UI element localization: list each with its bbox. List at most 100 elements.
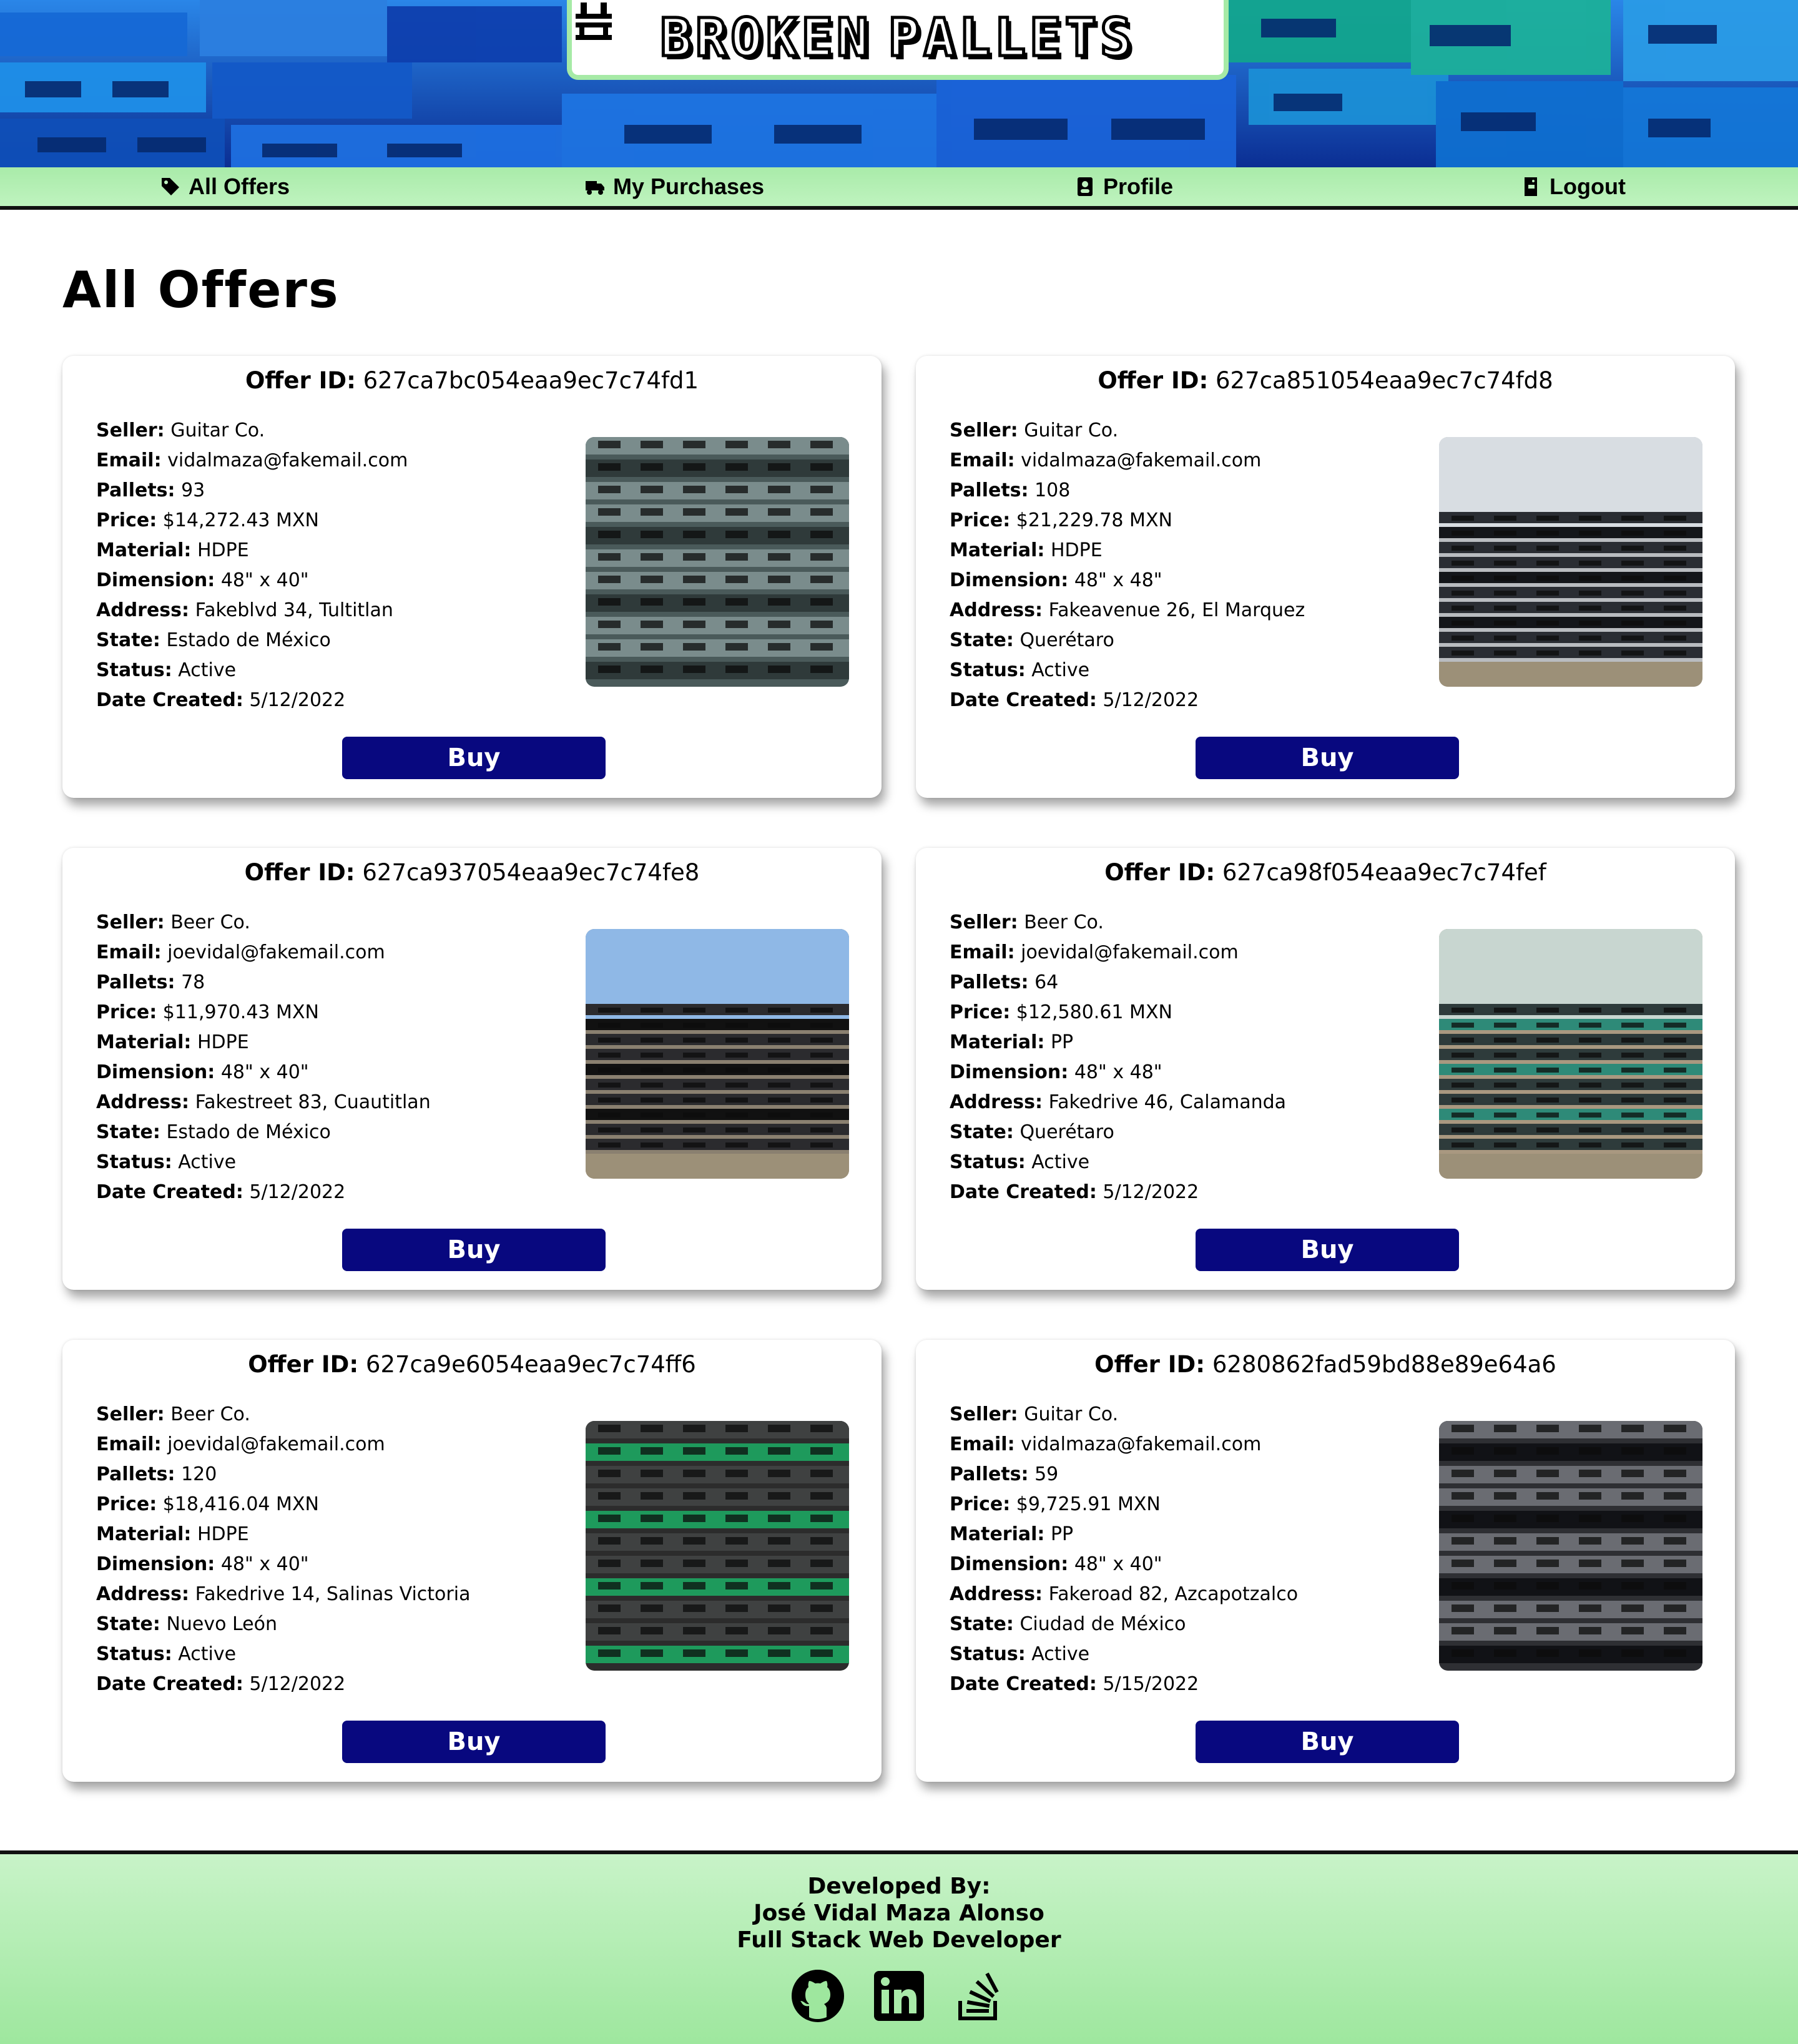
offer-field-pallets: Pallets: 64 <box>950 968 1449 998</box>
offer-field-state: State: Ciudad de México <box>950 1609 1449 1639</box>
field-value: Nuevo León <box>166 1613 278 1635</box>
field-label: Address: <box>96 599 190 621</box>
field-value: 64 <box>1034 971 1059 993</box>
field-label: Date Created: <box>96 689 243 711</box>
nav-item-profile[interactable]: Profile <box>899 167 1348 206</box>
field-value: 5/12/2022 <box>249 689 346 711</box>
field-value: Beer Co. <box>170 911 250 933</box>
offer-card: Offer ID: 627ca9e6054eaa9ec7c74ff6 Seller… <box>62 1340 882 1782</box>
site-logo[interactable]: BROKEN PALLETS <box>567 0 1229 80</box>
offer-field-dimension: Dimension: 48" x 40" <box>96 566 596 596</box>
field-value: Guitar Co. <box>170 420 265 441</box>
field-label: Pallets: <box>950 1463 1029 1485</box>
pallet-photo <box>1439 929 1702 1179</box>
offer-field-email: Email: vidalmaza@fakemail.com <box>96 446 596 476</box>
field-value: Estado de México <box>166 629 331 651</box>
nav-item-logout[interactable]: Logout <box>1348 167 1798 206</box>
field-label: State: <box>950 629 1014 651</box>
field-label: Seller: <box>950 1403 1018 1425</box>
truck-icon <box>585 181 604 195</box>
offer-field-status: Status: Active <box>950 1147 1449 1177</box>
stackoverflow-link[interactable] <box>954 1970 1006 2022</box>
field-label: Status: <box>950 1151 1026 1173</box>
pallet-photo <box>586 929 849 1179</box>
field-label: Price: <box>96 1001 157 1023</box>
offer-field-status: Status: Active <box>950 1639 1449 1669</box>
field-label: Price: <box>950 509 1011 531</box>
field-value: Fakedrive 46, Calamanda <box>1048 1091 1287 1113</box>
field-label: Status: <box>96 1151 172 1173</box>
offer-field-date-created: Date Created: 5/12/2022 <box>96 1669 596 1699</box>
offer-field-state: State: Estado de México <box>96 626 596 656</box>
offer-field-seller: Seller: Guitar Co. <box>96 416 596 446</box>
field-value: joevidal@fakemail.com <box>167 941 385 963</box>
header-banner: BROKEN PALLETS <box>0 0 1798 167</box>
offer-id-label: Offer ID: <box>1104 859 1216 886</box>
offer-field-pallets: Pallets: 120 <box>96 1460 596 1490</box>
buy-button[interactable]: Buy <box>342 1229 606 1271</box>
pallet-photo <box>1439 1421 1702 1671</box>
field-label: Address: <box>96 1091 190 1113</box>
offer-field-state: State: Nuevo León <box>96 1609 596 1639</box>
field-label: Pallets: <box>96 971 175 993</box>
field-value: 78 <box>181 971 205 993</box>
offer-id-heading: Offer ID: 627ca98f054eaa9ec7c74fef <box>916 859 1735 886</box>
offer-field-email: Email: vidalmaza@fakemail.com <box>950 446 1449 476</box>
nav-item-my-purchases[interactable]: My Purchases <box>450 167 899 206</box>
field-value: Fakeavenue 26, El Marquez <box>1048 599 1305 621</box>
offer-field-state: State: Querétaro <box>950 1118 1449 1147</box>
field-label: Email: <box>950 941 1015 963</box>
field-value: 48" x 40" <box>220 1553 309 1575</box>
field-value: Fakedrive 14, Salinas Victoria <box>195 1583 471 1605</box>
field-value: PP <box>1050 1031 1074 1053</box>
field-label: Seller: <box>96 911 165 933</box>
field-value: 59 <box>1034 1463 1059 1485</box>
field-value: Beer Co. <box>1024 911 1104 933</box>
offer-id-label: Offer ID: <box>1098 367 1209 394</box>
footer-developed-by: Developed By: <box>807 1874 991 1899</box>
field-value: 48" x 40" <box>220 569 309 591</box>
field-label: Status: <box>96 1643 172 1665</box>
buy-button[interactable]: Buy <box>342 1721 606 1763</box>
field-label: Dimension: <box>96 569 215 591</box>
offer-field-email: Email: joevidal@fakemail.com <box>96 1430 596 1460</box>
field-value: Active <box>178 659 237 681</box>
field-label: Material: <box>950 1031 1045 1053</box>
linkedin-link[interactable] <box>873 1970 925 2022</box>
offer-field-address: Address: Fakedrive 14, Salinas Victoria <box>96 1580 596 1609</box>
buy-button[interactable]: Buy <box>342 737 606 779</box>
buy-button[interactable]: Buy <box>1196 1721 1459 1763</box>
field-value: Guitar Co. <box>1024 1403 1119 1425</box>
field-label: Seller: <box>950 420 1018 441</box>
field-value: 48" x 48" <box>1074 1061 1162 1083</box>
field-label: State: <box>96 1613 160 1635</box>
offer-details: Seller: Guitar Co. Email: vidalmaza@fakem… <box>950 1400 1449 1699</box>
buy-button[interactable]: Buy <box>1196 1229 1459 1271</box>
offer-id-heading: Offer ID: 6280862fad59bd88e89e64a6 <box>916 1351 1735 1378</box>
pallet-photo <box>586 437 849 687</box>
field-value: joevidal@fakemail.com <box>1021 941 1239 963</box>
field-value: Active <box>1031 1151 1090 1173</box>
field-label: Email: <box>950 450 1015 471</box>
offer-id-label: Offer ID: <box>244 859 355 886</box>
field-label: Date Created: <box>950 1673 1097 1695</box>
offer-id-value: 627ca937054eaa9ec7c74fe8 <box>362 859 700 886</box>
field-value: vidalmaza@fakemail.com <box>167 450 408 471</box>
pallet-photo <box>1439 437 1702 687</box>
offer-id-value: 627ca98f054eaa9ec7c74fef <box>1222 859 1546 886</box>
footer: Developed By: José Vidal Maza Alonso Ful… <box>0 1850 1798 2044</box>
field-label: Address: <box>950 599 1043 621</box>
offer-field-dimension: Dimension: 48" x 40" <box>950 1550 1449 1580</box>
buy-button[interactable]: Buy <box>1196 737 1459 779</box>
offer-field-pallets: Pallets: 78 <box>96 968 596 998</box>
nav-item-all-offers[interactable]: All Offers <box>0 167 450 206</box>
offer-field-material: Material: HDPE <box>950 536 1449 566</box>
offer-field-seller: Seller: Guitar Co. <box>950 416 1449 446</box>
field-value: Active <box>1031 1643 1090 1665</box>
offer-card: Offer ID: 627ca937054eaa9ec7c74fe8 Seller… <box>62 848 882 1290</box>
nav-label: Logout <box>1550 174 1626 199</box>
linkedin-icon <box>874 1971 924 2021</box>
door-exit-icon <box>1525 177 1538 196</box>
field-label: Email: <box>950 1433 1015 1455</box>
github-link[interactable] <box>792 1970 844 2022</box>
